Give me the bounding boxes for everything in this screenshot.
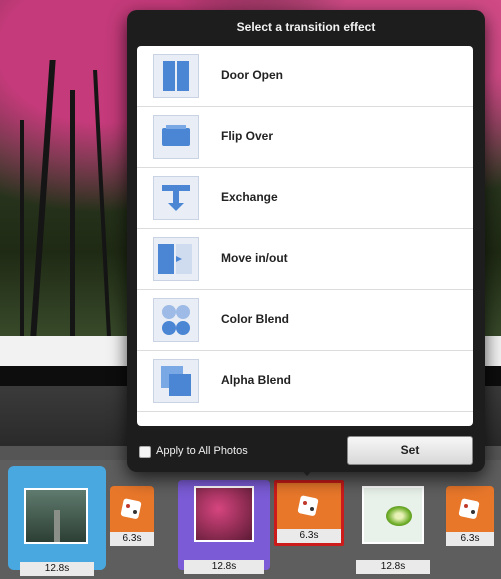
tree-trunk: [20, 120, 24, 336]
forest-path-thumbnail: [24, 488, 88, 544]
dice-icon: [297, 495, 319, 516]
effect-item-door-open[interactable]: Door Open: [137, 46, 473, 107]
effect-label: Move in/out: [221, 251, 288, 265]
timeline-clip-forest-path[interactable]: 12.8s: [8, 466, 106, 576]
effect-item-flip-over[interactable]: Flip Over: [137, 107, 473, 168]
dice-icon: [120, 498, 142, 519]
apply-to-all-label: Apply to All Photos: [156, 445, 248, 457]
path-shape: [54, 510, 60, 542]
clip-duration: 12.8s: [20, 562, 94, 576]
transition-duration: 6.3s: [446, 532, 494, 546]
effect-label: Exchange: [221, 190, 278, 204]
clip-duration: 12.8s: [356, 560, 430, 574]
transition-effect-popup: Select a transition effect Door Open Fli…: [127, 10, 485, 472]
effect-item-move-in-out[interactable]: Move in/out: [137, 229, 473, 290]
effect-label: Door Open: [221, 68, 283, 82]
kiwi-slice: [386, 506, 412, 526]
popup-title: Select a transition effect: [236, 20, 376, 34]
effect-item-color-blend[interactable]: Color Blend: [137, 290, 473, 351]
popup-pointer: [298, 466, 316, 476]
effect-label: Alpha Blend: [221, 373, 292, 387]
transition-duration: 6.3s: [277, 529, 341, 543]
transition-block[interactable]: 6.3s: [446, 486, 494, 546]
color-blend-icon: [153, 298, 199, 342]
transition-effect-list[interactable]: Door Open Flip Over Exchange Move in/out…: [137, 46, 473, 426]
pink-tree-thumbnail: [194, 486, 254, 542]
tree-trunk: [30, 60, 56, 336]
timeline-clip-kiwi[interactable]: 12.8s: [352, 484, 440, 574]
timeline: 12.8s 6.3s 12.8s 6.3s 12.8s 6.3s: [0, 460, 501, 579]
tree-trunk: [93, 70, 111, 336]
transition-block-selected[interactable]: 6.3s: [274, 480, 344, 546]
kiwi-thumbnail: [362, 486, 424, 544]
set-button[interactable]: Set: [347, 436, 473, 465]
tree-trunk: [70, 90, 75, 336]
effect-label: Flip Over: [221, 129, 274, 143]
exchange-icon: [153, 176, 199, 220]
clip-duration: 12.8s: [184, 560, 264, 574]
dice-icon: [458, 498, 480, 519]
effect-item-alpha-blend[interactable]: Alpha Blend: [137, 351, 473, 412]
alpha-blend-icon: [153, 359, 199, 403]
flip-over-icon: [153, 115, 199, 159]
effect-item-partial[interactable]: [137, 412, 473, 426]
timeline-clip-pink-tree[interactable]: 12.8s: [178, 480, 270, 574]
apply-to-all-checkbox[interactable]: [139, 446, 151, 458]
effect-item-exchange[interactable]: Exchange: [137, 168, 473, 229]
move-in-out-icon: [153, 237, 199, 281]
door-open-icon: [153, 54, 199, 98]
effect-label: Color Blend: [221, 312, 289, 326]
transition-block[interactable]: 6.3s: [110, 486, 154, 546]
transition-duration: 6.3s: [110, 532, 154, 546]
